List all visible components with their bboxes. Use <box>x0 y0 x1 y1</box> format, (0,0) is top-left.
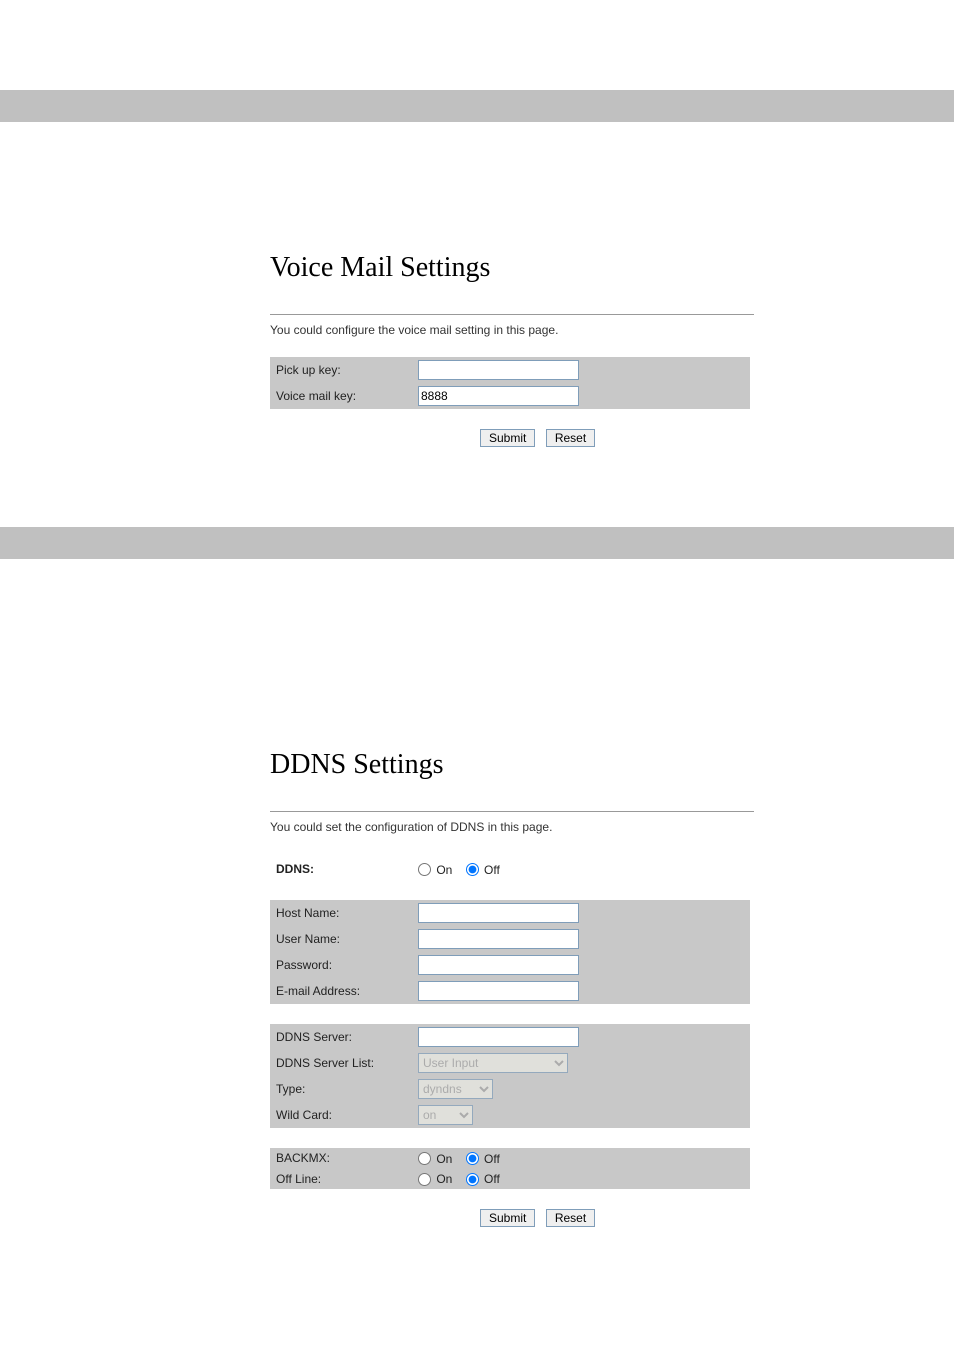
submit-button[interactable]: Submit <box>480 1209 535 1227</box>
ddns-off-radio[interactable] <box>466 863 479 876</box>
username-label: User Name: <box>270 926 412 952</box>
offline-label: Off Line: <box>270 1169 412 1190</box>
voicemail-key-label: Voice mail key: <box>270 383 412 409</box>
password-label: Password: <box>270 952 412 978</box>
hostname-input[interactable] <box>418 903 579 923</box>
backmx-on-label: On <box>436 1152 452 1166</box>
submit-button[interactable]: Submit <box>480 429 535 447</box>
voicemail-form-table: Pick up key: Voice mail key: <box>270 357 750 409</box>
backmx-off-radio[interactable] <box>466 1152 479 1165</box>
ddns-server-input[interactable] <box>418 1027 579 1047</box>
wildcard-select[interactable]: on <box>418 1105 473 1125</box>
separator-bar-1 <box>0 90 954 122</box>
type-select[interactable]: dyndns <box>418 1079 493 1099</box>
ddns-toggle-table: DDNS: On Off <box>270 854 750 885</box>
ddns-on-label: On <box>436 863 452 877</box>
ddns-label: DDNS: <box>270 854 412 885</box>
backmx-on-radio[interactable] <box>418 1152 431 1165</box>
password-input[interactable] <box>418 955 579 975</box>
offline-on-radio[interactable] <box>418 1173 431 1186</box>
reset-button[interactable]: Reset <box>546 429 595 447</box>
wildcard-label: Wild Card: <box>270 1102 412 1128</box>
ddns-serverlist-label: DDNS Server List: <box>270 1050 412 1076</box>
ddns-fields-table-2: DDNS Server: DDNS Server List: User Inpu… <box>270 1024 750 1128</box>
ddns-settings-title: DDNS Settings <box>270 749 754 781</box>
voicemail-description: You could configure the voice mail setti… <box>270 323 754 337</box>
email-label: E-mail Address: <box>270 978 412 1004</box>
ddns-server-label: DDNS Server: <box>270 1024 412 1050</box>
offline-off-label: Off <box>484 1172 500 1186</box>
reset-button[interactable]: Reset <box>546 1209 595 1227</box>
divider <box>270 314 754 315</box>
backmx-off-label: Off <box>484 1152 500 1166</box>
ddns-on-radio[interactable] <box>418 863 431 876</box>
divider <box>270 811 754 812</box>
ddns-serverlist-select[interactable]: User Input <box>418 1053 568 1073</box>
ddns-off-label: Off <box>484 863 500 877</box>
backmx-label: BACKMX: <box>270 1148 412 1169</box>
pickup-key-label: Pick up key: <box>270 357 412 383</box>
pickup-key-input[interactable] <box>418 360 579 380</box>
voicemail-settings-title: Voice Mail Settings <box>270 252 754 284</box>
separator-bar-2 <box>0 527 954 559</box>
type-label: Type: <box>270 1076 412 1102</box>
hostname-label: Host Name: <box>270 900 412 926</box>
offline-off-radio[interactable] <box>466 1173 479 1186</box>
username-input[interactable] <box>418 929 579 949</box>
ddns-fields-table-1: Host Name: User Name: Password: E-mail A… <box>270 900 750 1004</box>
voicemail-key-input[interactable] <box>418 386 579 406</box>
ddns-fields-table-3: BACKMX: On Off Off Line: On Off <box>270 1148 750 1190</box>
offline-on-label: On <box>436 1172 452 1186</box>
ddns-description: You could set the configuration of DDNS … <box>270 820 754 834</box>
email-input[interactable] <box>418 981 579 1001</box>
